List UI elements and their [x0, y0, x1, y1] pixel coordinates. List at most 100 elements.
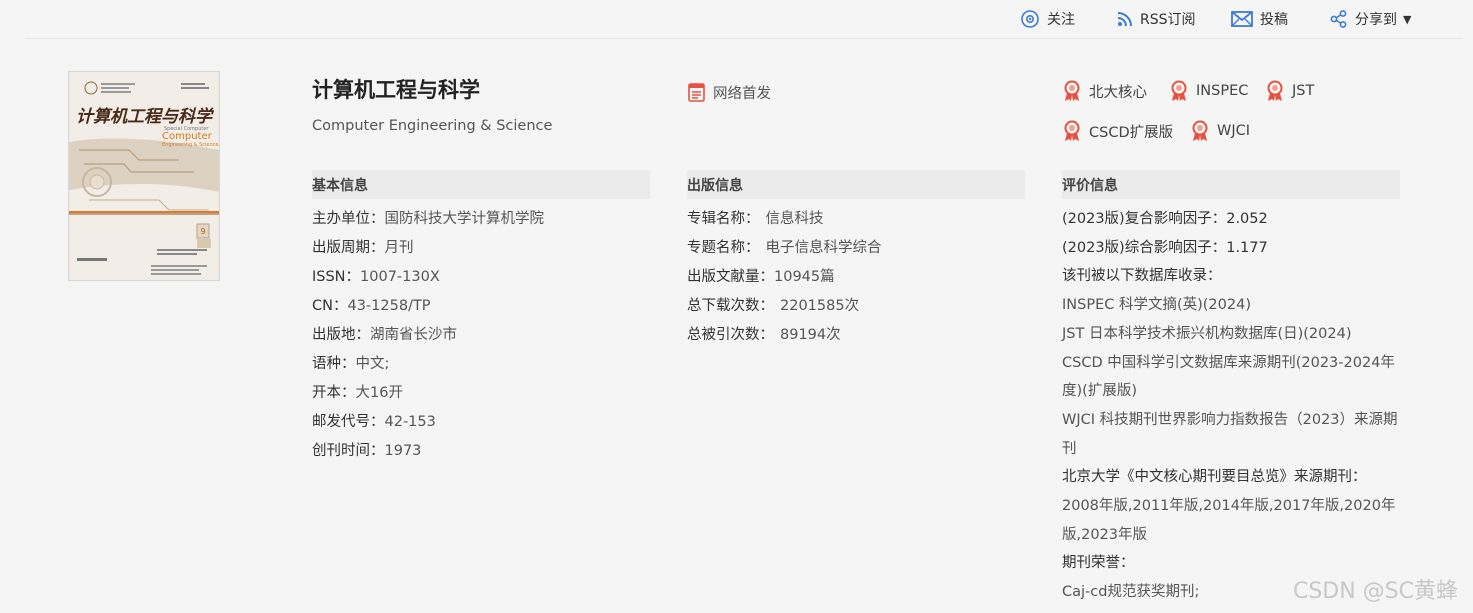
row-value: 10945篇 — [774, 269, 835, 285]
eval-line: CSCD 中国科学引文数据库来源期刊(2023-2024年度)(扩展版) — [1062, 354, 1395, 400]
rss-label: RSS订阅 — [1140, 12, 1196, 28]
evaluation-info-title: 评价信息 — [1062, 177, 1118, 194]
document-icon — [688, 83, 705, 102]
award-icon — [1064, 80, 1080, 101]
publish-info-heading: 出版信息 — [687, 170, 1025, 199]
row-key: 出版地： — [312, 327, 370, 343]
basic-info-list: 主办单位：国防科技大学计算机学院 出版周期：月刊 ISSN：1007-130X … — [312, 205, 544, 466]
rss-button[interactable]: RSS订阅 — [1117, 8, 1196, 30]
info-row: 专题名称： 电子信息科学综合 — [687, 234, 882, 263]
row-key: 出版文献量： — [687, 269, 774, 285]
info-row: 出版周期：月刊 — [312, 234, 544, 263]
badge-label: CSCD扩展版 — [1089, 124, 1174, 141]
eye-icon — [1021, 10, 1039, 28]
row-value: 89194次 — [780, 327, 841, 343]
info-row: 开本：大16开 — [312, 379, 544, 408]
divider — [25, 38, 1463, 39]
evaluation-info-heading: 评价信息 — [1062, 170, 1400, 199]
row-key: 总被引次数： — [687, 327, 774, 343]
network-first-link[interactable]: 网络首发 — [688, 82, 771, 103]
submit-button[interactable]: 投稿 — [1231, 8, 1288, 30]
cover-issue: 9 — [200, 227, 205, 236]
info-row: 出版文献量：10945篇 — [687, 263, 882, 292]
info-row: 语种：中文; — [312, 350, 544, 379]
basic-info-title: 基本信息 — [312, 177, 368, 194]
award-icon — [1064, 120, 1080, 141]
share-icon — [1330, 10, 1347, 28]
info-row: 总下载次数： 2201585次 — [687, 292, 882, 321]
row-value: 1973 — [384, 443, 422, 459]
svg-text:Engineering & Science: Engineering & Science — [162, 142, 218, 148]
submit-label: 投稿 — [1260, 12, 1288, 28]
badge-label: INSPEC — [1196, 83, 1249, 99]
row-value: 中文; — [355, 356, 390, 372]
journal-cover: 计算机工程与科学 Special Computer Computer Engin… — [68, 71, 220, 281]
row-key: 语种： — [312, 356, 356, 372]
share-button[interactable]: 分享到 ▼ — [1330, 8, 1411, 30]
caret-down-icon: ▼ — [1403, 12, 1412, 26]
eval-line: INSPEC 科学文摘(英)(2024) — [1062, 297, 1251, 314]
cover-title: 计算机工程与科学 — [76, 107, 215, 127]
row-value: 国防科技大学计算机学院 — [384, 211, 545, 227]
row-key: 邮发代号： — [312, 414, 385, 430]
row-key: 专辑名称： — [687, 211, 760, 227]
watermark: CSDN @SC黄蜂 — [1292, 579, 1458, 604]
eval-line: (2023版)综合影响因子：1.177 — [1062, 239, 1268, 256]
row-key: 专题名称： — [687, 240, 760, 256]
journal-title: 计算机工程与科学 — [312, 78, 480, 102]
row-key: 出版周期： — [312, 240, 385, 256]
row-key: 开本： — [312, 385, 356, 401]
network-first-label: 网络首发 — [713, 86, 771, 102]
share-label: 分享到 — [1355, 12, 1397, 28]
eval-line: 2008年版,2011年版,2014年版,2017年版,2020年版,2023年… — [1062, 498, 1396, 543]
row-value: 电子信息科学综合 — [765, 240, 882, 256]
badge-inspec: INSPEC — [1169, 80, 1248, 102]
row-value: 湖南省长沙市 — [370, 327, 457, 343]
envelope-icon — [1231, 11, 1253, 27]
row-key: ISSN： — [312, 269, 361, 285]
info-row: 邮发代号：42-153 — [312, 408, 544, 437]
row-value: 信息科技 — [765, 211, 824, 227]
eval-line: 该刊被以下数据库收录： — [1062, 268, 1222, 285]
journal-subtitle: Computer Engineering & Science — [312, 118, 553, 134]
row-key: 创刊时间： — [312, 443, 385, 459]
row-value: 大16开 — [355, 385, 403, 401]
publish-info-list: 专辑名称： 信息科技 专题名称： 电子信息科学综合 出版文献量：10945篇 总下载… — [687, 205, 882, 350]
info-row: ISSN：1007-130X — [312, 263, 544, 292]
eval-line: WJCI 科技期刊世界影响力指数报告（2023）来源期刊 — [1062, 411, 1398, 457]
info-row: 主办单位：国防科技大学计算机学院 — [312, 205, 544, 234]
award-icon — [1171, 80, 1187, 101]
badge-jst: JST — [1265, 80, 1314, 102]
rss-icon — [1117, 12, 1132, 27]
svg-text:Computer: Computer — [162, 131, 213, 142]
publish-info-title: 出版信息 — [687, 177, 743, 194]
follow-button[interactable]: 关注 — [1020, 8, 1075, 30]
cover-art: 计算机工程与科学 Special Computer Computer Engin… — [69, 72, 219, 280]
follow-label: 关注 — [1047, 12, 1075, 28]
info-row: 创刊时间：1973 — [312, 437, 544, 466]
info-row: 出版地：湖南省长沙市 — [312, 321, 544, 350]
basic-info-heading: 基本信息 — [312, 170, 650, 199]
badge-pku-core: 北大核心 — [1062, 80, 1147, 102]
row-value: 43-1258/TP — [347, 298, 431, 314]
badge-label: JST — [1292, 83, 1315, 99]
row-value: 2201585次 — [780, 298, 860, 314]
badge-wjci: WJCI — [1190, 120, 1250, 142]
row-key: 总下载次数： — [687, 298, 774, 314]
row-key: 主办单位： — [312, 211, 385, 227]
evaluation-info-list: (2023版)复合影响因子：2.052 (2023版)综合影响因子：1.177 … — [1062, 205, 1402, 607]
award-icon — [1267, 80, 1283, 101]
info-row: 总被引次数： 89194次 — [687, 321, 882, 350]
award-icon — [1192, 120, 1208, 141]
badge-cscd: CSCD扩展版 — [1062, 120, 1173, 142]
row-value: 42-153 — [384, 414, 436, 430]
eval-line: 北京大学《中文核心期刊要目总览》来源期刊： — [1062, 469, 1367, 486]
badge-label: WJCI — [1217, 123, 1251, 139]
row-value: 1007-130X — [360, 269, 440, 285]
row-key: CN： — [312, 298, 348, 314]
info-row: CN：43-1258/TP — [312, 292, 544, 321]
eval-line: (2023版)复合影响因子：2.052 — [1062, 211, 1268, 227]
row-value: 月刊 — [384, 240, 414, 256]
info-row: 专辑名称： 信息科技 — [687, 205, 882, 234]
eval-line: JST 日本科学技术振兴机构数据库(日)(2024) — [1062, 325, 1352, 342]
